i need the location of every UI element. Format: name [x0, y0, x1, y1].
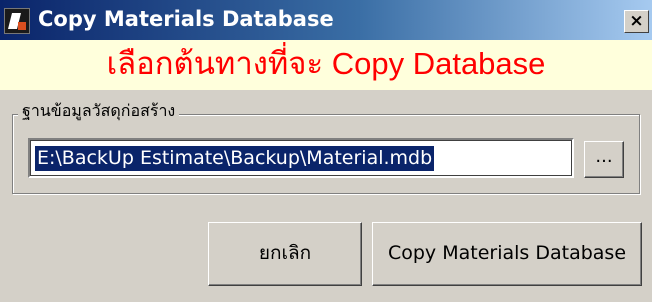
instruction-banner: เลือกต้นทางที่จะ Copy Database	[0, 40, 652, 90]
window-title: Copy Materials Database	[38, 7, 334, 31]
browse-button[interactable]: ...	[584, 141, 624, 178]
title-bar[interactable]: Copy Materials Database ×	[0, 0, 652, 40]
database-path-value: E:\BackUp Estimate\Backup\Material.mdb	[35, 146, 435, 171]
copy-materials-dialog: Copy Materials Database × เลือกต้นทางที่…	[0, 0, 652, 302]
close-button[interactable]: ×	[624, 10, 649, 33]
source-database-label: ฐานข้อมูลวัสดุก่อสร้าง	[18, 99, 180, 123]
instruction-text: เลือกต้นทางที่จะ Copy Database	[106, 46, 546, 81]
cancel-button[interactable]: ยกเลิก	[208, 222, 362, 286]
database-path-field[interactable]: E:\BackUp Estimate\Backup\Material.mdb	[28, 138, 574, 178]
app-icon	[4, 8, 30, 34]
copy-database-button[interactable]: Copy Materials Database	[372, 222, 642, 286]
